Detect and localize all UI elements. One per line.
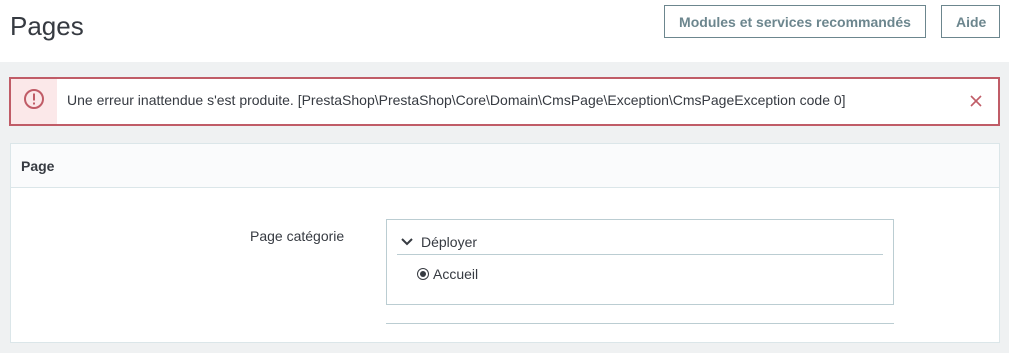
card-header: Page xyxy=(11,144,999,188)
category-tree: Déployer Accueil xyxy=(386,219,894,305)
page-header: Pages Modules et services recommandés Ai… xyxy=(0,0,1009,62)
chevron-down-icon xyxy=(401,233,413,251)
category-option-label: Accueil xyxy=(433,266,479,282)
radio-button[interactable] xyxy=(417,268,429,280)
next-field-edge xyxy=(386,323,894,353)
expand-label: Déployer xyxy=(421,234,478,250)
error-icon-container xyxy=(11,79,57,124)
recommended-modules-button[interactable]: Modules et services recommandés xyxy=(664,5,926,38)
card-title: Page xyxy=(21,158,55,174)
page-title: Pages xyxy=(10,11,84,41)
help-button[interactable]: Aide xyxy=(941,5,1000,38)
error-message: Une erreur inattendue s'est produite. [P… xyxy=(67,92,846,108)
radio-selected-dot xyxy=(420,271,426,277)
page-card: Page Page catégorie Déployer Accueil xyxy=(10,143,1000,343)
category-option[interactable]: Accueil xyxy=(417,266,478,282)
expand-toggle[interactable]: Déployer xyxy=(401,231,477,253)
error-circle-icon xyxy=(23,88,45,115)
tree-divider xyxy=(397,254,883,255)
close-icon[interactable] xyxy=(966,91,986,111)
error-alert: Une erreur inattendue s'est produite. [P… xyxy=(9,77,1000,126)
page-category-label: Page catégorie xyxy=(250,228,345,244)
